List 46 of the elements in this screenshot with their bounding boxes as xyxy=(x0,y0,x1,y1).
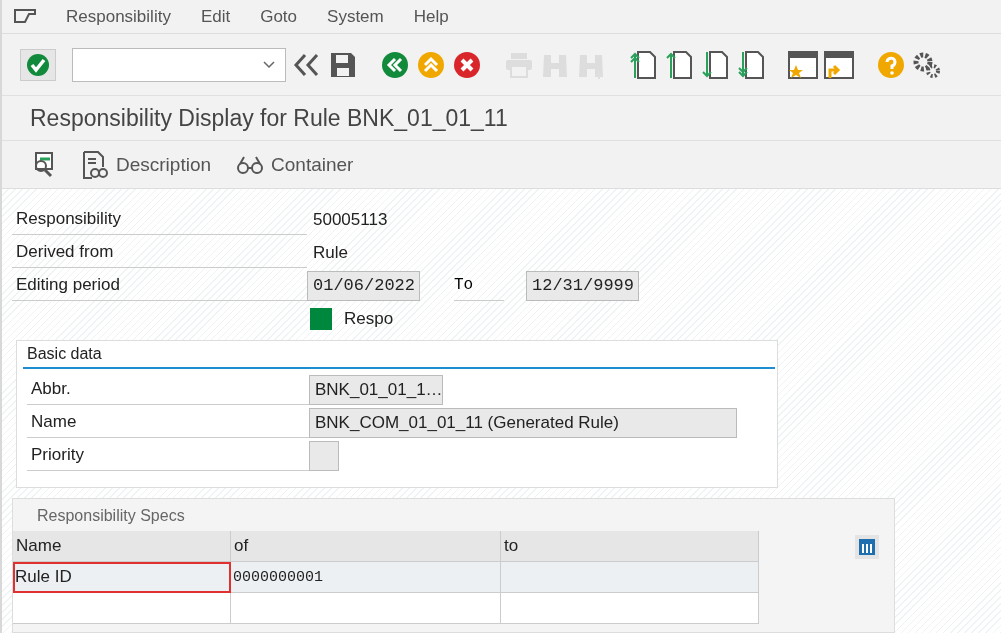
previous-page-icon[interactable] xyxy=(664,49,694,80)
description-button[interactable]: Description xyxy=(82,150,212,179)
first-page-icon[interactable] xyxy=(628,49,658,80)
group-title: Responsibility Specs xyxy=(36,506,186,526)
group-title: Basic data xyxy=(23,341,775,369)
field-value: Rule xyxy=(312,242,348,263)
field-label: Editing period xyxy=(12,270,307,301)
status-text: Respo xyxy=(344,309,394,329)
menu-item[interactable]: System xyxy=(327,6,384,27)
field-label: Abbr. xyxy=(27,374,309,405)
input-field[interactable]: BNK_COM_01_01_11 (Generated Rule) xyxy=(309,407,737,438)
field-value: 50005113 xyxy=(312,209,388,230)
date-field[interactable]: 12/31/9999 xyxy=(526,270,639,301)
command-field[interactable] xyxy=(72,47,286,82)
menu-item[interactable]: Help xyxy=(413,6,449,27)
column-header[interactable]: Name xyxy=(13,531,231,562)
star-window-icon[interactable] xyxy=(788,49,818,80)
table-cell[interactable]: Rule ID xyxy=(13,562,231,593)
field-label: To xyxy=(454,270,504,301)
screen-title: Responsibility Display for Rule BNK_01_01_11 xyxy=(2,96,1001,141)
field-label: Name xyxy=(27,407,309,438)
column-settings-icon[interactable] xyxy=(855,535,879,559)
column-header[interactable]: of xyxy=(231,531,501,562)
container-button[interactable]: Container xyxy=(237,153,354,176)
date-field[interactable]: 01/06/2022 xyxy=(307,270,420,301)
menu-item[interactable]: Edit xyxy=(200,6,231,27)
field-label: Derived from xyxy=(12,237,307,268)
dropdown-caret-icon[interactable] xyxy=(263,60,275,69)
field-label: Priority xyxy=(27,440,309,471)
field-label: Responsibility xyxy=(12,204,307,235)
column-header[interactable]: to xyxy=(501,531,759,562)
input-field[interactable]: BNK_01_01_1… xyxy=(309,374,443,405)
menu-item[interactable]: Goto xyxy=(260,6,298,27)
menu-item[interactable]: Responsibility xyxy=(66,6,171,27)
enter-button[interactable] xyxy=(20,48,56,81)
table-cell[interactable] xyxy=(501,562,759,593)
table-cell[interactable]: 0000000001 xyxy=(231,562,501,593)
input-field[interactable] xyxy=(309,440,339,471)
back-icon[interactable] xyxy=(380,49,410,80)
document-glasses-icon[interactable] xyxy=(82,150,108,179)
menu-icon[interactable] xyxy=(14,8,36,25)
glasses-icon[interactable] xyxy=(237,155,264,174)
last-page-icon[interactable] xyxy=(736,49,766,80)
cancel-icon[interactable] xyxy=(452,49,482,80)
next-page-icon[interactable] xyxy=(700,49,730,80)
magnifier-list-icon[interactable] xyxy=(32,151,56,178)
